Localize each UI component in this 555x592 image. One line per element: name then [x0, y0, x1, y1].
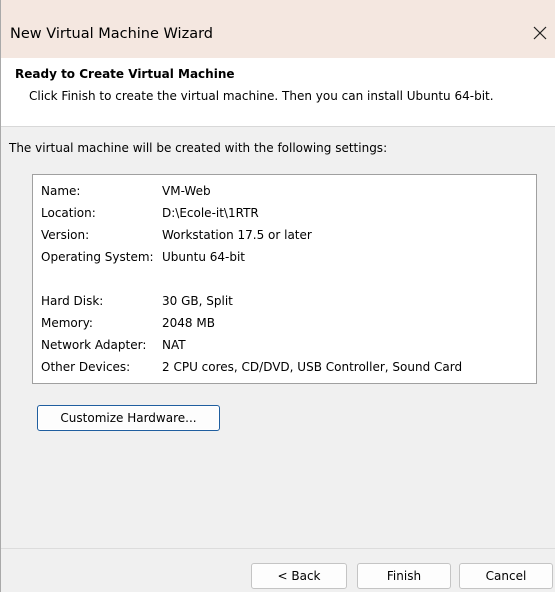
settings-row-network: Network Adapter: NAT — [41, 338, 186, 352]
settings-summary-box: Name: VM-Web Location: D:\Ecole-it\1RTR Ve… — [32, 174, 537, 384]
wizard-window: New Virtual Machine Wizard Ready to Crea… — [0, 0, 555, 592]
settings-row-os: Operating System: Ubuntu 64-bit — [41, 250, 245, 264]
settings-row-name: Name: VM-Web — [41, 184, 211, 198]
setting-label: Name: — [41, 184, 81, 198]
setting-label: Network Adapter: — [41, 338, 147, 352]
header-panel: Ready to Create Virtual Machine Click Fi… — [1, 58, 555, 127]
setting-value: 2 CPU cores, CD/DVD, USB Controller, Sou… — [162, 360, 463, 374]
setting-value: Workstation 17.5 or later — [162, 228, 312, 242]
settings-row-version: Version: Workstation 17.5 or later — [41, 228, 312, 242]
page-subtitle: Click Finish to create the virtual machi… — [29, 89, 494, 103]
setting-label: Other Devices: — [41, 360, 131, 374]
page-title: Ready to Create Virtual Machine — [15, 67, 235, 81]
setting-label: Hard Disk: — [41, 294, 104, 308]
settings-row-location: Location: D:\Ecole-it\1RTR — [41, 206, 259, 220]
finish-button[interactable]: Finish — [357, 563, 451, 589]
settings-intro: The virtual machine will be created with… — [9, 141, 388, 155]
setting-label: Location: — [41, 206, 96, 220]
cancel-button[interactable]: Cancel — [459, 563, 553, 589]
setting-label: Memory: — [41, 316, 93, 330]
footer-divider — [1, 548, 555, 549]
settings-row-memory: Memory: 2048 MB — [41, 316, 215, 330]
back-button[interactable]: < Back — [251, 563, 347, 589]
customize-hardware-button[interactable]: Customize Hardware... — [37, 405, 220, 431]
title-bar: New Virtual Machine Wizard — [1, 0, 555, 58]
setting-value: VM-Web — [162, 184, 211, 198]
setting-value: NAT — [162, 338, 186, 352]
setting-label: Version: — [41, 228, 90, 242]
close-icon[interactable] — [531, 24, 549, 42]
settings-row-other-devices: Other Devices: 2 CPU cores, CD/DVD, USB C… — [41, 360, 462, 374]
setting-label: Operating System: — [41, 250, 154, 264]
setting-value: 2048 MB — [162, 316, 215, 330]
settings-row-hard-disk: Hard Disk: 30 GB, Split — [41, 294, 233, 308]
setting-value: Ubuntu 64-bit — [162, 250, 245, 264]
setting-value: 30 GB, Split — [162, 294, 233, 308]
window-title: New Virtual Machine Wizard — [10, 26, 213, 42]
setting-value: D:\Ecole-it\1RTR — [162, 206, 259, 220]
